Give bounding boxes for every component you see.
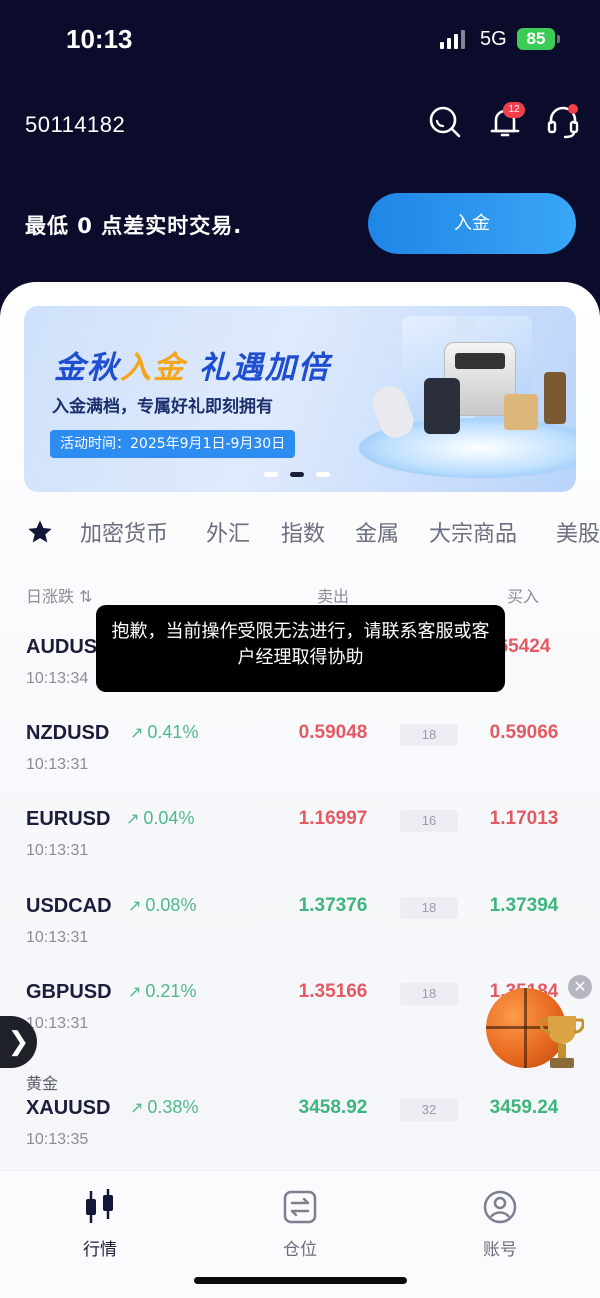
quote-spread: 18: [400, 897, 458, 919]
trend-up-icon: ↗: [126, 811, 140, 828]
battery-icon: 85: [517, 28, 560, 50]
quote-row-nzdusd[interactable]: NZDUSD ↗ 0.41% 10:13:31 0.59048 18 0.5906…: [0, 722, 600, 802]
signal-icon: [440, 29, 468, 49]
tab-us-stocks[interactable]: 美股: [556, 516, 600, 548]
quote-symbol: XAUUSD: [26, 1097, 111, 1119]
error-toast: 抱歉，当前操作受限无法进行，请联系客服或客户经理取得协助: [96, 605, 505, 692]
user-icon: [483, 1190, 517, 1224]
quote-time: 10:13:31: [26, 842, 89, 859]
quote-symbol: EURUSD: [26, 808, 111, 830]
category-tabs: 加密货币 外汇 指数 金属 大宗商品 美股: [26, 516, 600, 550]
notification-badge: 12: [503, 102, 525, 118]
trend-up-icon: ↗: [128, 898, 142, 915]
nav-positions[interactable]: 仓位: [240, 1187, 360, 1260]
banner-pager: [264, 470, 334, 480]
quote-row-xauusd[interactable]: XAUUSD ↗ 0.38% 10:13:35 3458.92 32 3459.2…: [0, 1097, 600, 1177]
quote-ask[interactable]: 3459.24: [464, 1097, 584, 1119]
quote-time: 10:13:31: [26, 756, 89, 773]
deposit-button[interactable]: 入金: [368, 193, 576, 254]
quote-row-usdcad[interactable]: USDCAD ↗ 0.08% 10:13:31 1.37376 18 1.3739…: [0, 895, 600, 975]
trend-up-icon: ↗: [130, 725, 144, 742]
pager-dot: [264, 472, 278, 477]
quote-change: ↗ 0.21%: [128, 981, 197, 1001]
nav-quotes[interactable]: 行情: [40, 1187, 160, 1260]
quote-time: 10:13:31: [26, 1015, 89, 1032]
quote-ask[interactable]: 0.59066: [464, 722, 584, 744]
status-bar: 10:13 5G 85: [0, 0, 600, 80]
quote-spread: 18: [400, 724, 458, 746]
status-time: 10:13: [66, 24, 133, 54]
column-bid: 卖出: [317, 587, 350, 606]
pager-dot: [316, 472, 330, 477]
quote-symbol: AUDUS: [26, 636, 98, 658]
favorites-star-icon[interactable]: [26, 518, 54, 546]
support-dot: [568, 104, 578, 114]
quote-ask[interactable]: 1.17013: [464, 808, 584, 830]
close-promo-icon[interactable]: ✕: [568, 975, 592, 999]
trend-up-icon: ↗: [128, 984, 142, 1001]
banner-date: 活动时间：2025年9月1日-9月30日: [50, 430, 296, 458]
quote-change: ↗ 0.41%: [130, 722, 199, 742]
tab-commodities[interactable]: 大宗商品: [429, 516, 517, 548]
column-ask: 买入: [507, 587, 540, 606]
candlestick-icon: [86, 1189, 113, 1223]
quote-symbol: GBPUSD: [26, 981, 112, 1003]
nav-label: 仓位: [283, 1240, 317, 1260]
nav-account[interactable]: 账号: [440, 1187, 560, 1260]
nav-label: 账号: [483, 1240, 517, 1260]
phone-image: [424, 378, 460, 434]
quote-bid[interactable]: 3458.92: [273, 1097, 393, 1119]
quote-spread: 18: [400, 983, 458, 1005]
group-label-gold: 黄金: [26, 1074, 59, 1093]
quote-bid[interactable]: 0.59048: [273, 722, 393, 744]
quote-bid[interactable]: 1.37376: [273, 895, 393, 917]
banner-subtitle: 入金满档，专属好礼即刻拥有: [52, 397, 273, 417]
column-change-sort[interactable]: 日涨跌 ⇅: [26, 583, 93, 607]
quote-symbol: NZDUSD: [26, 722, 110, 744]
banner-title: 金秋入金 礼遇加倍: [54, 350, 331, 386]
tab-crypto[interactable]: 加密货币: [80, 516, 168, 548]
tab-indices[interactable]: 指数: [281, 516, 325, 548]
cup-image: [504, 394, 538, 430]
network-label: 5G: [480, 28, 507, 50]
quote-row-eurusd[interactable]: EURUSD ↗ 0.04% 10:13:31 1.16997 16 1.1701…: [0, 808, 600, 888]
quote-ask[interactable]: 1.37394: [464, 895, 584, 917]
home-indicator[interactable]: [194, 1277, 407, 1284]
quote-time: 10:13:35: [26, 1131, 89, 1148]
tab-metals[interactable]: 金属: [355, 516, 399, 548]
quote-bid[interactable]: 1.16997: [273, 808, 393, 830]
quote-time: 10:13:31: [26, 929, 89, 946]
pager-dot-active: [290, 472, 304, 477]
search-icon[interactable]: [427, 104, 463, 140]
slogan: 最低 0 点差实时交易.: [25, 214, 243, 238]
quote-time: 10:13:34: [26, 670, 89, 687]
quote-change: ↗ 0.08%: [128, 895, 197, 915]
promo-banner[interactable]: 金秋入金 礼遇加倍 入金满档，专属好礼即刻拥有 活动时间：2025年9月1日-9…: [24, 306, 576, 492]
quote-spread: 32: [400, 1099, 458, 1121]
quote-symbol: USDCAD: [26, 895, 112, 917]
account-id[interactable]: 50114182: [25, 112, 125, 138]
transfer-icon: [283, 1190, 317, 1224]
quote-spread: 16: [400, 810, 458, 832]
trend-up-icon: ↗: [130, 1100, 144, 1117]
quote-change: ↗ 0.38%: [130, 1097, 199, 1117]
quote-bid[interactable]: 1.35166: [273, 981, 393, 1003]
bottle-image: [544, 372, 566, 424]
nav-label: 行情: [83, 1240, 117, 1260]
tab-forex[interactable]: 外汇: [206, 516, 250, 548]
quote-change: ↗ 0.04%: [126, 808, 195, 828]
trophy-icon[interactable]: [539, 1010, 585, 1078]
